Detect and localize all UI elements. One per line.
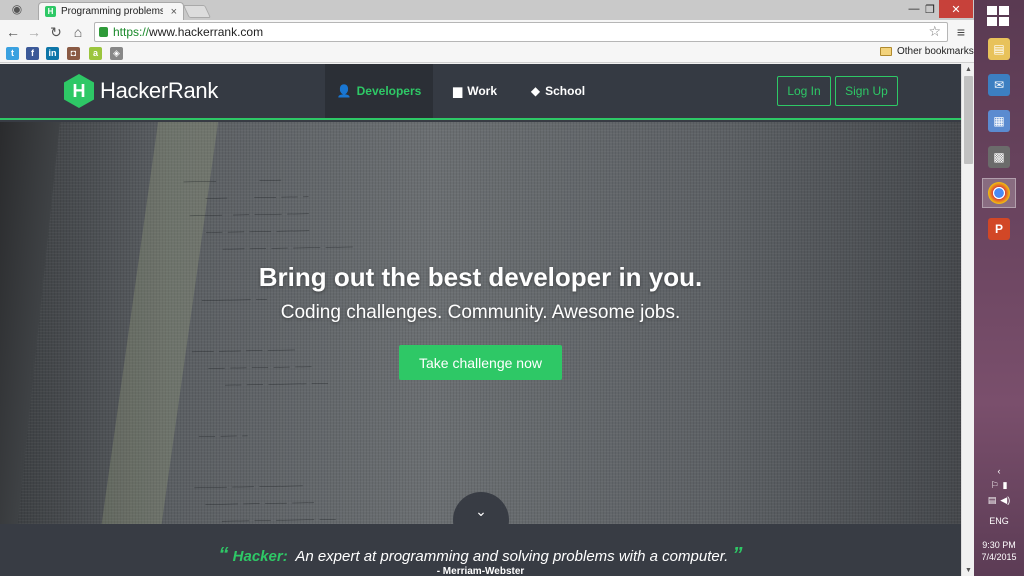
nav-developers[interactable]: 👤 Developers — [325, 64, 433, 118]
clock-date[interactable]: 7/4/2015 — [974, 552, 1024, 562]
scroll-down-arrow-icon[interactable]: ▼ — [964, 567, 973, 574]
graduation-cap-icon: ◆ — [530, 84, 541, 98]
mail-icon[interactable]: ✉ — [982, 70, 1016, 100]
other-bookmarks-folder[interactable]: Other bookmarks — [880, 46, 974, 57]
open-quote-icon: “ — [218, 544, 229, 566]
url-scheme: https:// — [113, 25, 150, 39]
hackerrank-favicon-icon: H — [45, 6, 56, 17]
hackerrank-logo-icon: H — [64, 74, 94, 108]
calculator-icon[interactable]: ▩ — [982, 142, 1016, 172]
tab-title: Programming problems a — [61, 6, 163, 17]
browser-toolbar: ← → ↻ ⌂ https:// www.hackerrank.com ☆ ≡ — [0, 20, 974, 44]
page-scrollbar[interactable]: ▲ ▼ — [961, 64, 974, 576]
flag-icon[interactable]: ⚐ — [990, 480, 998, 491]
reload-icon[interactable]: ↻ — [47, 23, 65, 41]
hero-subtitle: Coding challenges. Community. Awesome jo… — [280, 302, 681, 323]
definition-quote: “ Hacker: An expert at programming and s… — [0, 544, 961, 567]
chrome-menu-icon[interactable]: ≡ — [953, 24, 969, 40]
network-icon[interactable]: ▤ — [988, 495, 997, 506]
hero-title: Bring out the best developer in you. — [258, 262, 703, 292]
address-bar[interactable]: https:// www.hackerrank.com ☆ — [94, 22, 948, 42]
url-host: www.hackerrank.com — [149, 25, 264, 39]
windows-start-icon[interactable] — [987, 6, 1009, 26]
take-challenge-button[interactable]: Take challenge now — [399, 345, 562, 380]
quote-text: An expert at programming and solving pro… — [295, 548, 729, 565]
title-bar: ◉ H Programming problems a × — ❐ ✕ — [0, 0, 974, 20]
bookmark-star-icon[interactable]: ☆ — [928, 23, 941, 40]
user-icon: 👤 — [336, 84, 352, 98]
control-panel-icon[interactable]: ▦ — [982, 106, 1016, 136]
nav-work[interactable]: ▆ Work — [440, 64, 510, 118]
profile-icon[interactable]: ◉ — [6, 2, 28, 18]
show-hidden-icons-icon[interactable]: ‹ — [998, 466, 1001, 476]
new-tab-button[interactable] — [182, 5, 212, 18]
logo-text: HackerRank — [100, 78, 219, 103]
nav-school[interactable]: ◆ School — [522, 64, 594, 118]
home-icon[interactable]: ⌂ — [69, 23, 87, 41]
input-language[interactable]: ENG — [974, 516, 1024, 526]
file-explorer-icon[interactable]: ▤ — [982, 34, 1016, 64]
instagram-icon[interactable]: ◘ — [67, 47, 80, 60]
nav-school-label: School — [545, 84, 586, 98]
login-button[interactable]: Log In — [777, 76, 831, 106]
tab-close-icon[interactable]: × — [171, 6, 177, 18]
folder-icon — [880, 47, 892, 56]
volume-icon[interactable]: ◀) — [1000, 495, 1010, 506]
definition-quote-section: “ Hacker: An expert at programming and s… — [0, 524, 961, 576]
chrome-icon[interactable] — [982, 178, 1016, 208]
hero-section: —————— ———— ———— ———— ——— — —————— ——— —… — [0, 122, 961, 524]
android-icon[interactable]: a — [89, 47, 102, 60]
facebook-icon[interactable]: f — [26, 47, 39, 60]
twitter-icon[interactable]: t — [6, 47, 19, 60]
close-quote-icon: ” — [732, 544, 743, 566]
linkedin-icon[interactable]: in — [46, 47, 59, 60]
tab-hackerrank[interactable]: H Programming problems a × — [38, 2, 184, 20]
back-icon[interactable]: ← — [4, 23, 22, 41]
close-window-button[interactable]: ✕ — [939, 0, 973, 18]
nav-work-label: Work — [467, 84, 498, 98]
battery-icon[interactable]: ▮ — [1003, 480, 1008, 491]
briefcase-icon: ▆ — [452, 84, 463, 98]
compass-icon[interactable]: ◈ — [110, 47, 123, 60]
scrollbar-thumb[interactable] — [964, 76, 973, 164]
site-header: H HackerRank 👤 Developers ▆ Work ◆ Schoo… — [0, 64, 961, 120]
lock-icon — [99, 27, 108, 37]
quote-term: Hacker: — [232, 548, 288, 565]
signup-button[interactable]: Sign Up — [835, 76, 898, 106]
system-tray: ‹ ⚐ ▮ ▤ ◀) ENG 9:30 PM 7/4/2015 — [974, 462, 1024, 562]
clock-time[interactable]: 9:30 PM — [974, 540, 1024, 550]
maximize-button[interactable]: ❐ — [922, 0, 938, 18]
other-bookmarks-label: Other bookmarks — [897, 46, 974, 57]
scroll-up-arrow-icon[interactable]: ▲ — [964, 66, 973, 73]
hackerrank-logo[interactable]: H HackerRank — [64, 74, 218, 108]
page-viewport: H HackerRank 👤 Developers ▆ Work ◆ Schoo… — [0, 64, 961, 576]
windows-taskbar: ▤ ✉ ▦ ▩ P ‹ ⚐ ▮ ▤ ◀) ENG 9:30 PM 7/4/201… — [974, 0, 1024, 576]
nav-developers-label: Developers — [356, 84, 422, 98]
forward-icon[interactable]: → — [25, 23, 43, 41]
minimize-button[interactable]: — — [906, 0, 922, 18]
powerpoint-icon[interactable]: P — [982, 214, 1016, 244]
quote-source: - Merriam-Webster — [436, 566, 525, 576]
bookmarks-bar: t f in ◘ a ◈ Other bookmarks — [0, 44, 974, 63]
